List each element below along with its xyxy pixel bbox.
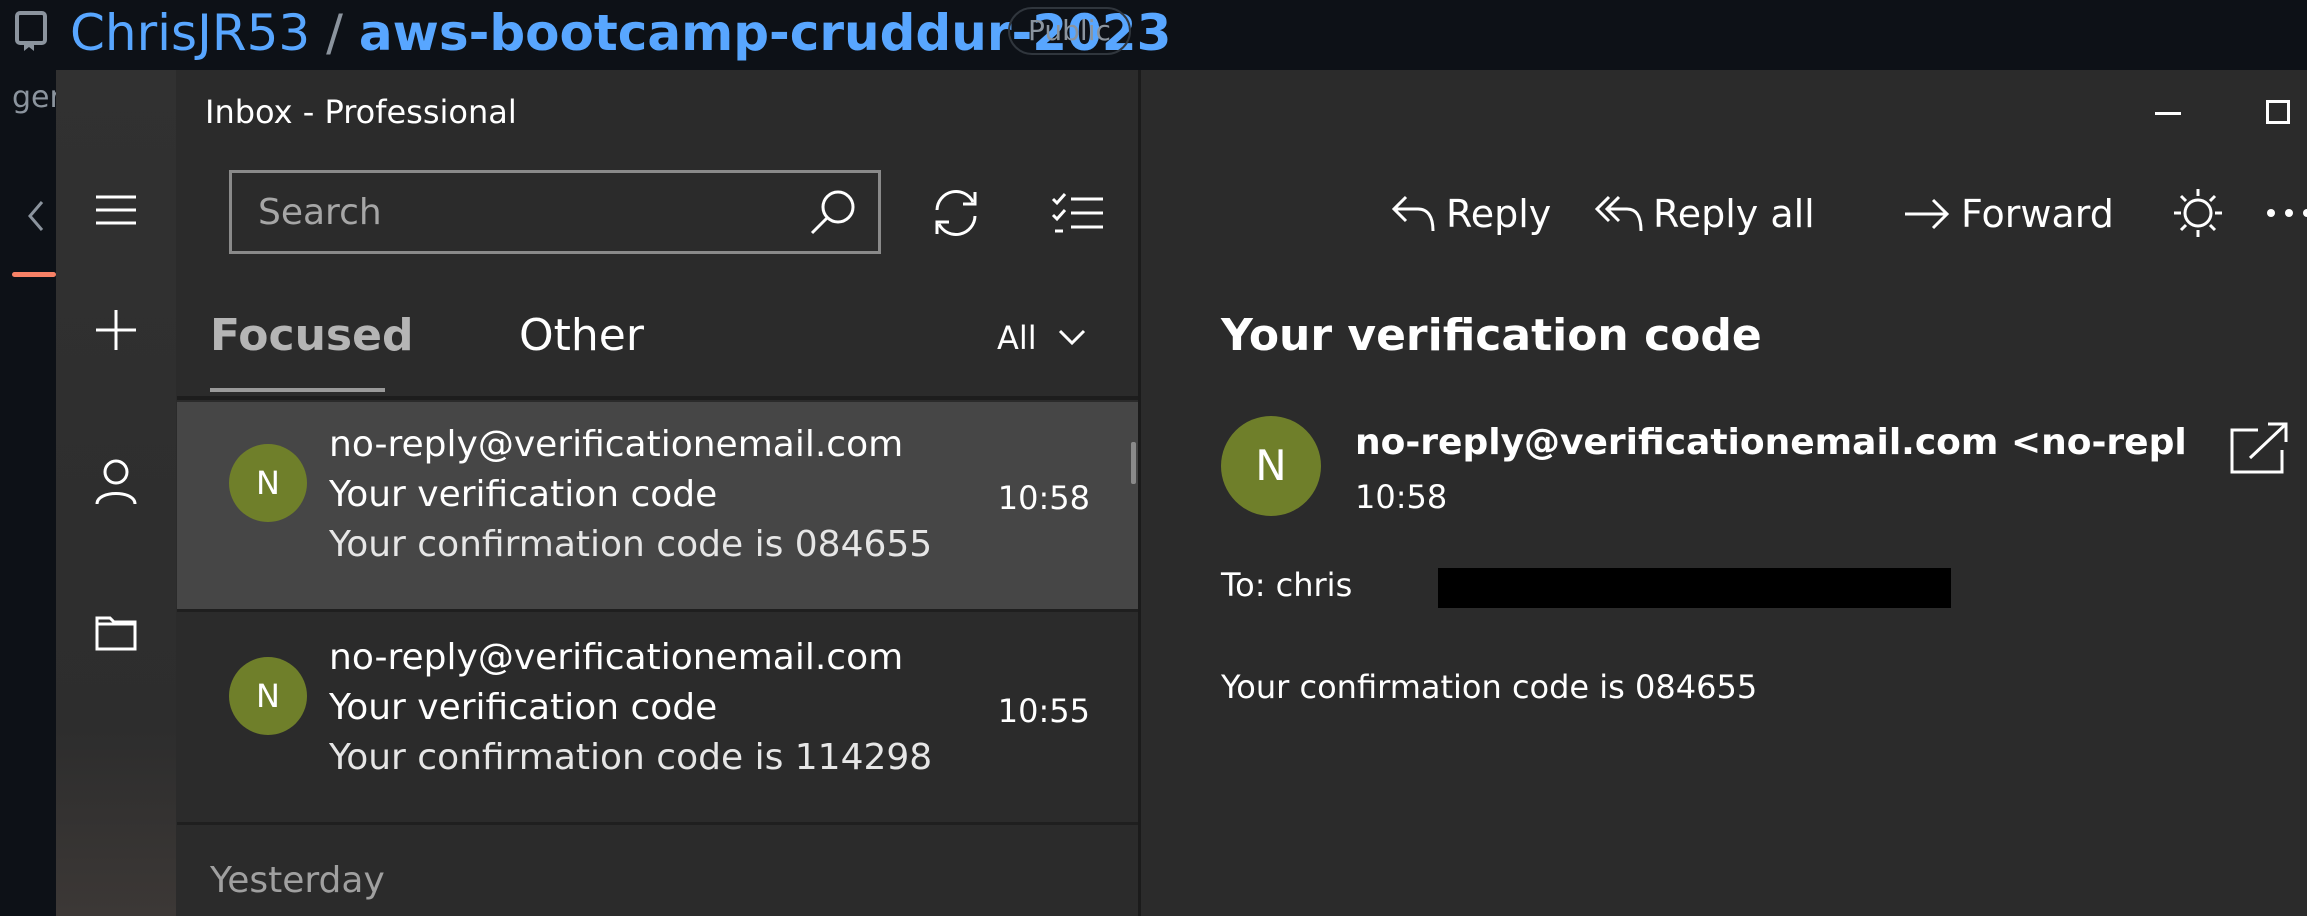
folder-icon [95, 616, 137, 651]
select-list-icon [1051, 193, 1103, 233]
reading-pane: Reply Reply all Forward Your verificatio… [1144, 70, 2307, 916]
sender-avatar: N [1221, 416, 1321, 516]
avatar: N [229, 444, 307, 522]
sync-button[interactable] [921, 178, 991, 248]
tab-focused[interactable]: Focused [210, 310, 413, 362]
selection-mode-button[interactable] [1043, 178, 1113, 248]
minimize-icon[interactable] [2155, 112, 2181, 115]
sender-address[interactable]: no-reply@verificationemail.com <no-reply… [1355, 420, 2185, 466]
email-body: Your confirmation code is 084655 [1221, 668, 1758, 706]
maximize-icon[interactable] [2266, 100, 2290, 124]
popout-icon[interactable] [2228, 420, 2290, 476]
date-group-header: Yesterday [210, 860, 385, 901]
reply-all-label: Reply all [1653, 192, 1815, 236]
message-item[interactable]: N no-reply@verificationemail.com Your ve… [177, 615, 1138, 825]
message-sender: no-reply@verificationemail.com [329, 424, 904, 465]
more-actions-button[interactable] [2254, 178, 2307, 248]
sync-icon [935, 189, 977, 237]
github-side-text: ger [12, 80, 62, 115]
hamburger-menu-button[interactable] [86, 180, 146, 240]
search-icon[interactable] [808, 187, 858, 237]
github-header: ChrisJR53 / aws-bootcamp-cruddur-2023 Pu… [0, 0, 2307, 70]
message-preview: Your confirmation code is 084655 [329, 524, 933, 565]
tab-other[interactable]: Other [519, 310, 644, 362]
new-mail-button[interactable] [86, 300, 146, 360]
message-time: 10:55 [997, 692, 1090, 730]
plus-icon [96, 310, 136, 350]
filter-dropdown[interactable]: All [997, 318, 1037, 358]
reply-button[interactable]: Reply [1390, 184, 1551, 244]
recipient-line: To: chris [1221, 566, 1353, 604]
theme-toggle-button[interactable] [2163, 178, 2233, 248]
message-subject: Your verification code [329, 474, 718, 515]
message-item[interactable]: N no-reply@verificationemail.com Your ve… [177, 402, 1138, 612]
active-tab-underline [210, 388, 385, 392]
message-preview: Your confirmation code is 114298 [329, 737, 933, 778]
mail-window: Inbox - Professional Search Focused Othe… [56, 70, 2307, 916]
message-subject: Your verification code [329, 687, 718, 728]
message-time: 10:58 [997, 479, 1090, 517]
hamburger-menu-icon [96, 195, 136, 225]
navigation-rail [56, 70, 176, 916]
breadcrumb-separator: / [326, 4, 343, 62]
reply-all-button[interactable]: Reply all [1595, 184, 1815, 244]
search-box [229, 170, 881, 254]
email-time: 10:58 [1355, 478, 1448, 516]
active-tab-indicator [12, 272, 56, 277]
repo-owner-link[interactable]: ChrisJR53 [70, 4, 310, 62]
screen: ChrisJR53 / aws-bootcamp-cruddur-2023 Pu… [0, 0, 2307, 916]
more-icon [2267, 209, 2307, 217]
repo-icon [15, 11, 47, 51]
forward-label: Forward [1961, 192, 2114, 236]
chevron-left-icon[interactable] [24, 196, 48, 236]
search-input[interactable] [232, 173, 792, 251]
list-scrollbar[interactable] [1131, 442, 1136, 484]
chevron-down-icon[interactable] [1057, 322, 1087, 352]
redaction-bar [1438, 568, 1951, 608]
email-subject: Your verification code [1221, 310, 1762, 361]
window-title: Inbox - Professional [205, 93, 517, 131]
visibility-badge: Public [1008, 7, 1131, 55]
message-list-pane: Inbox - Professional Search Focused Othe… [177, 70, 1141, 916]
reply-all-icon [1595, 195, 1643, 232]
forward-arrow-icon [1905, 198, 1950, 230]
avatar: N [229, 657, 307, 735]
reply-label: Reply [1446, 192, 1552, 236]
list-divider [177, 396, 1138, 400]
repo-breadcrumb: ChrisJR53 / aws-bootcamp-cruddur-2023 [70, 2, 1171, 64]
reply-icon [1391, 195, 1435, 232]
message-sender: no-reply@verificationemail.com [329, 637, 904, 678]
accounts-button[interactable] [86, 452, 146, 512]
person-icon [95, 459, 137, 505]
brightness-icon [2174, 189, 2222, 237]
folders-button[interactable] [86, 602, 146, 662]
forward-button[interactable]: Forward [1903, 184, 2114, 244]
